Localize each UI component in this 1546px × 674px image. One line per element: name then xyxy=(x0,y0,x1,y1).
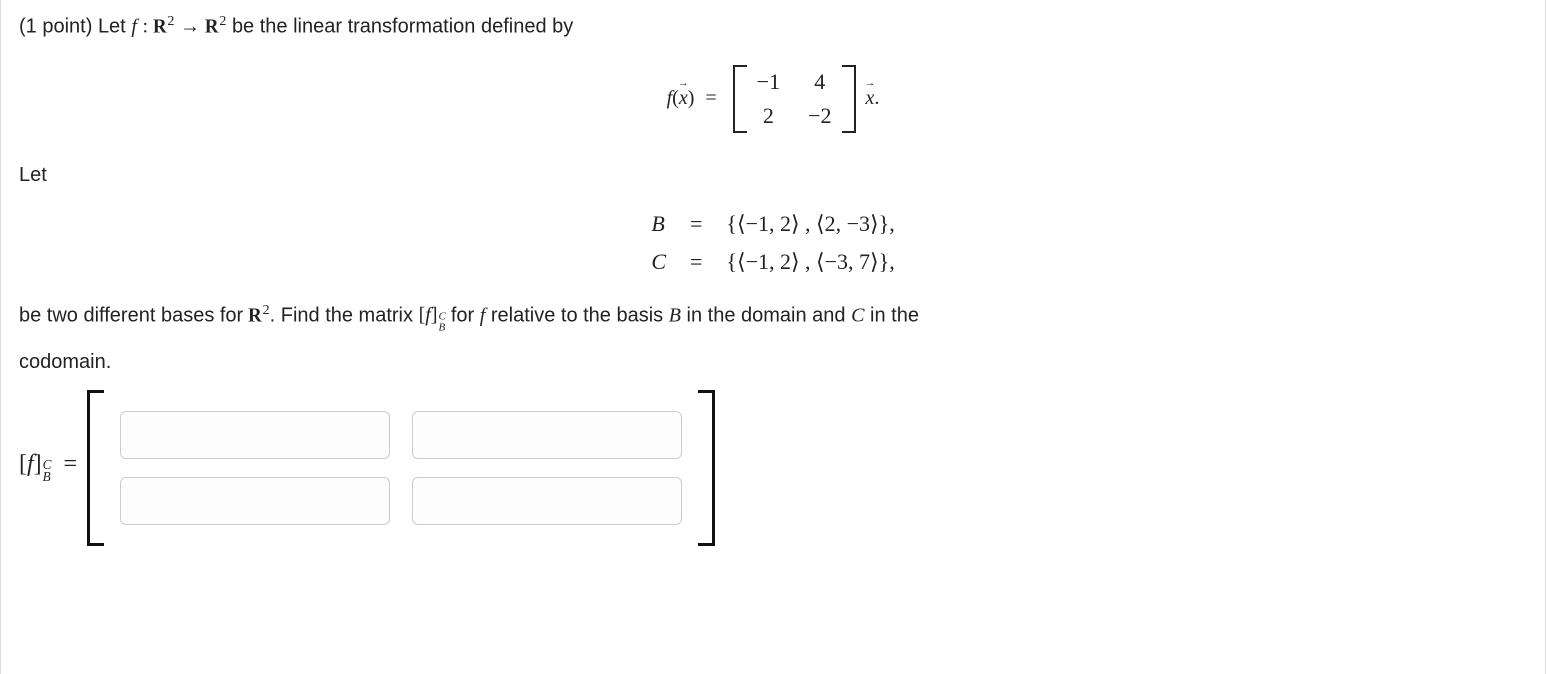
answer-equals: = xyxy=(63,451,77,477)
answer-m11[interactable] xyxy=(120,411,390,459)
tail-5: in the domain and xyxy=(687,304,846,326)
real-R-domain: R xyxy=(154,16,168,38)
colon: : xyxy=(142,16,148,38)
tail-B: B xyxy=(669,304,681,326)
eq-x-post: x xyxy=(866,87,875,110)
matrix-right-bracket xyxy=(842,65,856,133)
basis-C-equals: = xyxy=(690,249,702,275)
tail-f: f xyxy=(480,304,486,326)
tail-1: be two different bases for xyxy=(19,304,243,326)
eq-equals: = xyxy=(705,87,716,109)
eq-dot: . xyxy=(874,87,879,109)
fcb-notation-inline: [f]CB xyxy=(419,304,451,326)
answer-m22[interactable] xyxy=(412,477,682,525)
tail-R: R xyxy=(249,304,263,326)
exp2-domain: 2 xyxy=(167,14,174,29)
tail-4: relative to the basis xyxy=(491,304,663,326)
basis-C-set: {⟨−1, 2⟩ , ⟨−3, 7⟩}, xyxy=(726,249,894,275)
question-text: be two different bases for R2. Find the … xyxy=(19,301,1527,335)
m21: 2 xyxy=(757,103,780,129)
matrix-left-bracket xyxy=(733,65,747,133)
coefficient-matrix: −1 4 2 −2 xyxy=(733,63,856,135)
codomain-word: codomain. xyxy=(19,348,1527,376)
fcb-notation-answer: [f]CB = xyxy=(19,451,77,486)
tail-exp2: 2 xyxy=(263,303,270,318)
m12: 4 xyxy=(808,69,831,95)
answer-m12[interactable] xyxy=(412,411,682,459)
tail-C: C xyxy=(851,304,864,326)
tail-3: for xyxy=(451,304,474,326)
eq-x-arg: x xyxy=(679,87,688,110)
basis-B-symbol: B xyxy=(651,211,666,237)
linear-transformation-text: be the linear transformation defined by xyxy=(232,16,573,38)
answer-right-bracket xyxy=(698,390,715,546)
m11: −1 xyxy=(757,69,780,95)
answer-matrix xyxy=(114,399,688,537)
basis-C-symbol: C xyxy=(651,249,666,275)
problem-intro: (1 point) Let f : R2 → R2 be the linear … xyxy=(19,12,1527,41)
answer-m21[interactable] xyxy=(120,477,390,525)
m22: −2 xyxy=(808,103,831,129)
real-R-codomain: R xyxy=(206,16,220,38)
let-bases: Let xyxy=(19,161,1527,189)
points-label: (1 point) xyxy=(19,16,92,38)
f-symbol: f xyxy=(131,16,137,38)
basis-B-set: {⟨−1, 2⟩ , ⟨2, −3⟩}, xyxy=(726,211,894,237)
basis-definitions: B = {⟨−1, 2⟩ , ⟨2, −3⟩}, C = {⟨−1, 2⟩ , … xyxy=(19,211,1527,275)
answer-equation: [f]CB = xyxy=(19,390,1527,546)
exp2-codomain: 2 xyxy=(219,14,226,29)
arrow: → xyxy=(180,16,200,38)
tail-6: in the xyxy=(870,304,919,326)
let-word: Let xyxy=(98,16,126,38)
answer-left-bracket xyxy=(87,390,104,546)
basis-B-equals: = xyxy=(690,211,702,237)
tail-2: . Find the matrix xyxy=(270,304,413,326)
definition-equation: f(x) = −1 4 2 −2 x. xyxy=(19,63,1527,135)
